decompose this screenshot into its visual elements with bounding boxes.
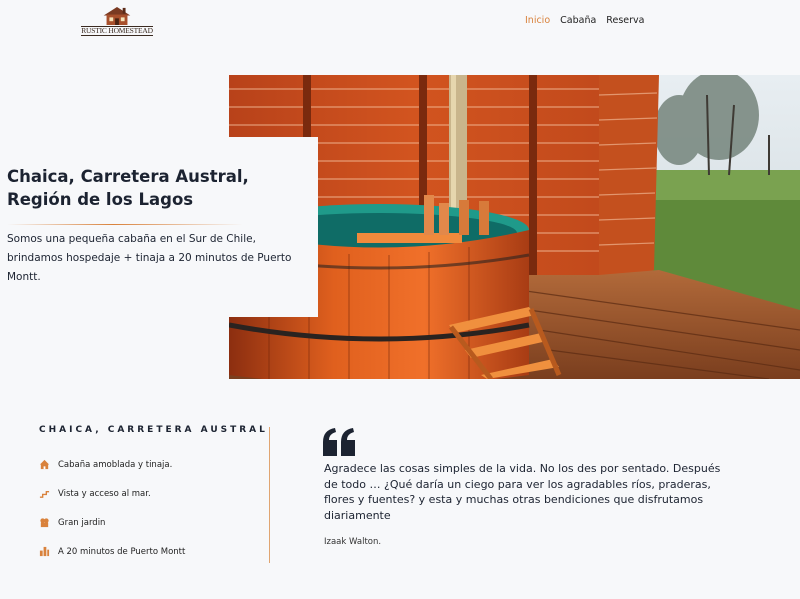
site-logo[interactable]: RUSTIC HOMESTEAD (81, 6, 153, 36)
features-list: Cabaña amoblada y tinaja. Vista y acceso… (39, 450, 185, 566)
list-item: Vista y acceso al mar. (39, 479, 185, 508)
hero-title: Chaica, Carretera Austral, Región de los… (7, 167, 249, 209)
main-nav: Inicio Cabaña Reserva (525, 15, 644, 26)
nav-reserva[interactable]: Reserva (606, 15, 644, 26)
feature-label: A 20 minutos de Puerto Montt (58, 546, 186, 557)
nav-cabana[interactable]: Cabaña (560, 15, 596, 26)
city-icon (39, 546, 50, 557)
quote-icon (323, 428, 355, 456)
cabin-logo-icon (103, 6, 131, 25)
feature-label: Cabaña amoblada y tinaja. (58, 459, 173, 470)
list-item: A 20 minutos de Puerto Montt (39, 537, 185, 566)
logo-text: RUSTIC HOMESTEAD (81, 26, 153, 36)
list-item: Gran jardin (39, 508, 185, 537)
hero-text-card (0, 137, 318, 317)
section-divider (269, 427, 270, 563)
quote-text: Agradece las cosas simples de la vida. N… (324, 462, 721, 522)
feature-label: Vista y acceso al mar. (58, 488, 151, 499)
quote-author: Izaak Walton. (324, 537, 382, 547)
list-item: Cabaña amoblada y tinaja. (39, 450, 185, 479)
hero-divider (7, 224, 243, 225)
features-title: CHAICA, CARRETERA AUSTRAL (39, 425, 268, 435)
sea-view-icon (39, 490, 50, 498)
cabin-icon (39, 459, 50, 470)
feature-label: Gran jardin (58, 517, 106, 528)
garden-icon (40, 518, 49, 528)
hero-description: Somos una pequeña cabaña en el Sur de Ch… (7, 233, 292, 283)
nav-inicio[interactable]: Inicio (525, 15, 550, 26)
